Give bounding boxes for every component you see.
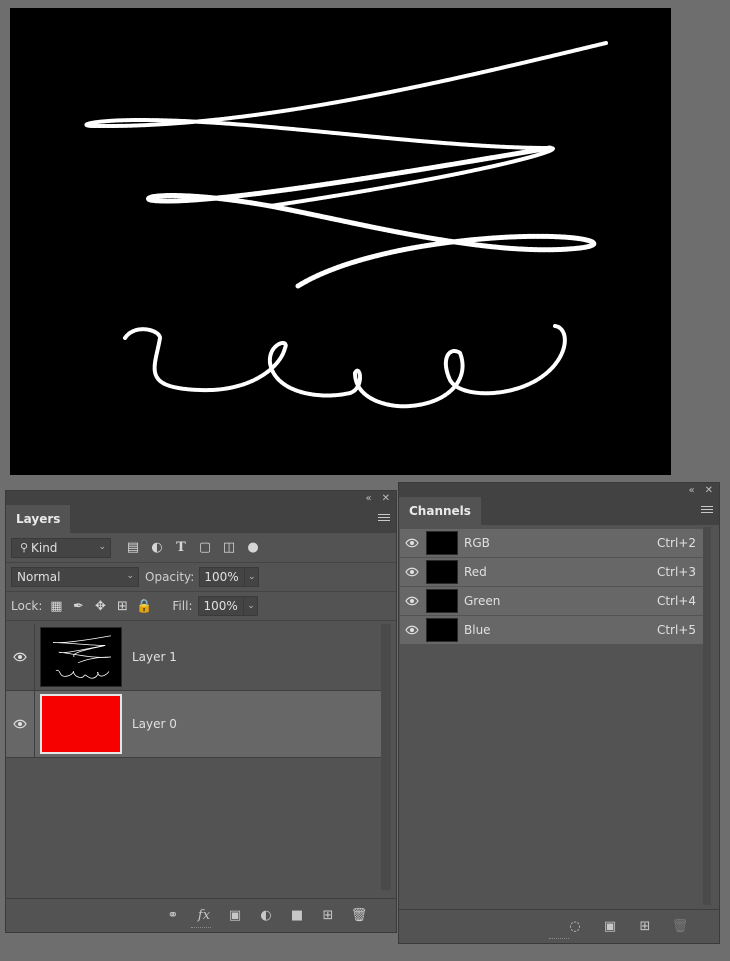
- search-icon: ⚲: [19, 541, 29, 554]
- close-panel-icon[interactable]: ✕: [705, 485, 713, 496]
- close-panel-icon[interactable]: ✕: [382, 493, 390, 504]
- tab-channels[interactable]: Channels: [399, 497, 481, 525]
- lock-position-icon[interactable]: ✥: [92, 598, 108, 614]
- mask-icon[interactable]: ▣: [226, 908, 244, 924]
- visibility-eye-icon[interactable]: [400, 538, 424, 548]
- channel-thumbnail: [426, 531, 458, 555]
- layer-list: Layer 1 Layer 0: [6, 624, 382, 758]
- channel-shortcut: Ctrl+5: [656, 623, 696, 637]
- smart-object-filter-icon[interactable]: ◫: [221, 540, 237, 556]
- blend-row: Normal ⌄ Opacity: 100% ⌄: [6, 563, 396, 592]
- adjustment-icon[interactable]: ◐: [257, 908, 275, 924]
- mask-icon[interactable]: ▣: [601, 919, 619, 935]
- kind-label: Kind: [31, 540, 58, 555]
- fill-input[interactable]: 100%: [198, 596, 245, 616]
- channels-tabbar: Channels: [399, 497, 719, 525]
- shape-filter-icon[interactable]: ▢: [197, 540, 213, 556]
- channel-shortcut: Ctrl+4: [656, 594, 696, 608]
- document-canvas[interactable]: [10, 8, 671, 475]
- link-icon[interactable]: ⚭: [164, 908, 182, 924]
- fill-label: Fill:: [172, 599, 193, 613]
- channel-thumbnail: [426, 589, 458, 613]
- layers-scrollbar[interactable]: [381, 624, 391, 890]
- channel-shortcut: Ctrl+3: [656, 565, 696, 579]
- channel-thumbnail: [426, 560, 458, 584]
- layers-tabbar: Layers: [6, 505, 396, 533]
- opacity-input[interactable]: 100%: [199, 567, 246, 587]
- visibility-eye-icon[interactable]: [400, 567, 424, 577]
- channel-name: Blue: [464, 623, 491, 637]
- layer-thumbnail: [40, 627, 122, 687]
- collapse-icon[interactable]: «: [688, 485, 694, 496]
- channel-name: RGB: [464, 536, 490, 550]
- chevron-down-icon: ⌄: [98, 541, 106, 552]
- channel-row-blue[interactable]: Blue Ctrl+5: [400, 616, 704, 645]
- channel-shortcut: Ctrl+2: [656, 536, 696, 550]
- tab-layers[interactable]: Layers: [6, 505, 71, 533]
- channel-row-green[interactable]: Green Ctrl+4: [400, 587, 704, 616]
- fill-dropdown[interactable]: ⌄: [244, 596, 259, 616]
- panel-header-bar: « ✕: [399, 483, 719, 497]
- lock-artboard-icon[interactable]: ⊞: [114, 598, 130, 614]
- resize-grip[interactable]: [191, 927, 211, 930]
- folder-icon[interactable]: ■: [288, 908, 306, 924]
- panel-menu-icon[interactable]: [378, 512, 390, 524]
- channel-thumbnail: [426, 618, 458, 642]
- channel-row-red[interactable]: Red Ctrl+3: [400, 558, 704, 587]
- blend-mode-value: Normal: [17, 570, 61, 584]
- layer-name[interactable]: Layer 1: [132, 650, 177, 664]
- channels-scrollbar[interactable]: [703, 527, 711, 905]
- panel-header-bar: « ✕: [6, 491, 396, 505]
- filter-row: ⚲ Kind ⌄ ▤ ◐ T ▢ ◫ ●: [6, 533, 396, 563]
- channels-panel: « ✕ Channels RGB Ctrl+2 Red Ctrl+3 Green…: [398, 482, 720, 944]
- image-filter-icon[interactable]: ▤: [125, 540, 141, 556]
- new-channel-icon[interactable]: ⊞: [636, 919, 654, 935]
- visibility-eye-icon[interactable]: [400, 596, 424, 606]
- lock-transparent-icon[interactable]: ▦: [48, 598, 64, 614]
- visibility-eye-icon[interactable]: [6, 719, 34, 729]
- opacity-dropdown[interactable]: ⌄: [245, 567, 260, 587]
- calligraphy-artwork: [84, 41, 608, 409]
- lock-row: Lock: ▦ ✒ ✥ ⊞ 🔒 Fill: 100% ⌄: [6, 592, 396, 621]
- blend-mode-select[interactable]: Normal ⌄: [11, 567, 139, 587]
- layer-row-layer-1[interactable]: Layer 1: [6, 624, 382, 691]
- opacity-label: Opacity:: [145, 570, 195, 584]
- layer-row-layer-0[interactable]: Layer 0: [6, 691, 382, 758]
- kind-filter-select[interactable]: ⚲ Kind ⌄: [11, 537, 111, 558]
- layer-name[interactable]: Layer 0: [132, 717, 177, 731]
- layer-thumbnail: [40, 694, 122, 754]
- resize-grip[interactable]: [549, 938, 569, 941]
- channel-list: RGB Ctrl+2 Red Ctrl+3 Green Ctrl+4 Blue …: [400, 529, 704, 645]
- new-layer-icon[interactable]: ⊞: [319, 908, 337, 924]
- fx-icon[interactable]: fx: [195, 908, 213, 924]
- channel-row-rgb[interactable]: RGB Ctrl+2: [400, 529, 704, 558]
- type-filter-icon[interactable]: T: [173, 540, 189, 556]
- layers-panel: « ✕ Layers ⚲ Kind ⌄ ▤ ◐ T ▢ ◫ ● Normal ⌄…: [5, 490, 397, 933]
- collapse-icon[interactable]: «: [365, 493, 371, 504]
- panel-menu-icon[interactable]: [701, 504, 713, 516]
- channel-name: Green: [464, 594, 501, 608]
- trash-icon[interactable]: 🗑: [671, 919, 689, 935]
- channel-name: Red: [464, 565, 487, 579]
- selection-icon[interactable]: ◌: [566, 919, 584, 935]
- filter-toggle-icon[interactable]: ●: [245, 540, 261, 556]
- trash-icon[interactable]: 🗑: [350, 908, 368, 924]
- lock-label: Lock:: [11, 599, 43, 613]
- lock-all-icon[interactable]: 🔒: [136, 598, 152, 614]
- lock-image-icon[interactable]: ✒: [70, 598, 86, 614]
- adjustment-filter-icon[interactable]: ◐: [149, 540, 165, 556]
- visibility-eye-icon[interactable]: [6, 652, 34, 662]
- chevron-down-icon: ⌄: [126, 571, 134, 581]
- visibility-eye-icon[interactable]: [400, 625, 424, 635]
